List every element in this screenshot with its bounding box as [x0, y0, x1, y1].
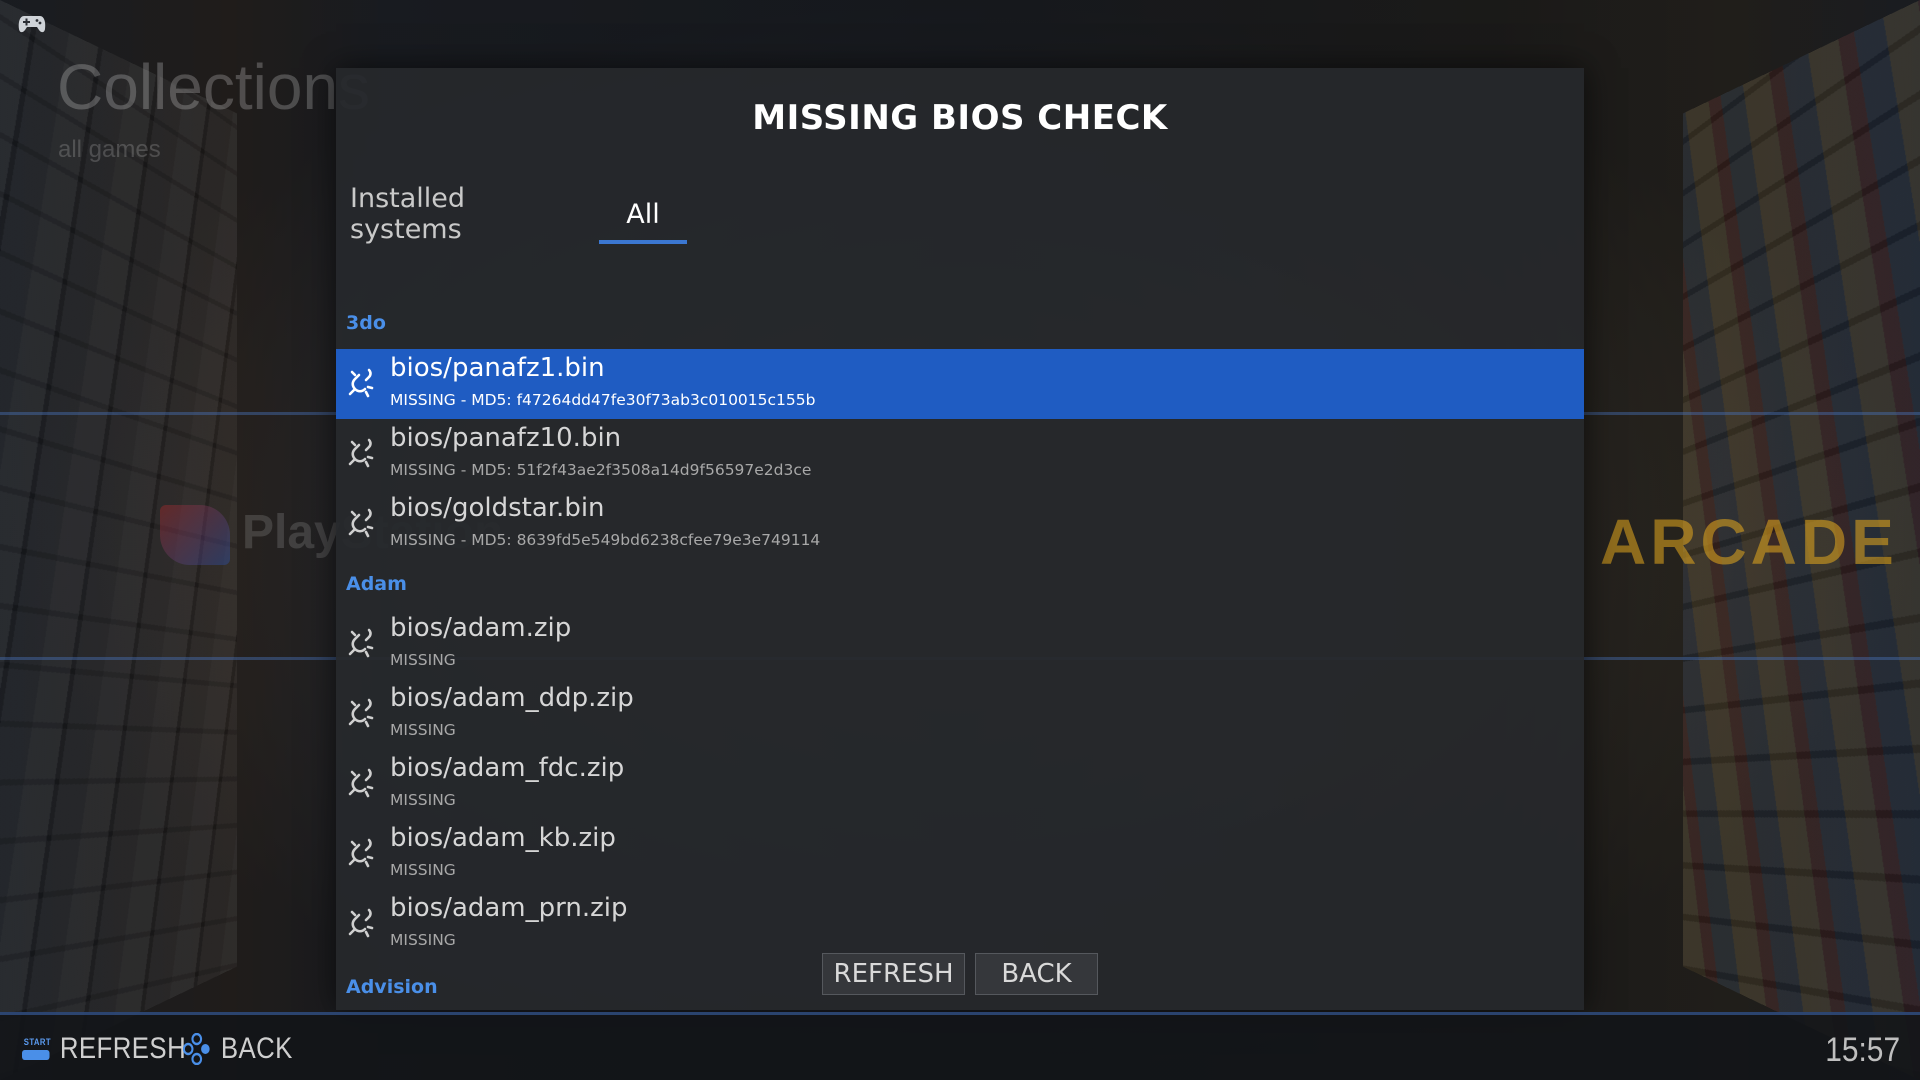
help-refresh: START REFRESH [22, 1031, 186, 1067]
back-button[interactable]: BACK [975, 953, 1098, 995]
list-item[interactable]: bios/panafz1.bin MISSING - MD5: f47264dd… [336, 349, 1584, 419]
broken-link-icon [346, 836, 376, 870]
list-item[interactable]: bios/adam_prn.zip MISSING [336, 889, 1584, 959]
bios-file-name: bios/panafz10.bin [390, 423, 621, 453]
help-bar: START REFRESH BACK 15:57 [0, 1012, 1920, 1080]
background-subtitle: all games [58, 136, 161, 164]
tab-installed-systems[interactable]: Installed systems [350, 184, 562, 244]
clock: 15:57 [1825, 1031, 1900, 1070]
broken-link-icon [346, 766, 376, 800]
bios-file-name: bios/adam_fdc.zip [390, 753, 624, 783]
start-button-icon: START [22, 1038, 50, 1060]
bios-file-name: bios/adam_kb.zip [390, 823, 616, 853]
help-refresh-label: REFRESH [60, 1032, 186, 1066]
dialog-title: MISSING BIOS CHECK [336, 98, 1584, 138]
playstation-logo-icon [160, 505, 230, 565]
background-title: Collections [57, 50, 370, 124]
broken-link-icon [346, 626, 376, 660]
list-item[interactable]: bios/goldstar.bin MISSING - MD5: 8639fd5… [336, 489, 1584, 559]
bios-file-status: MISSING [390, 861, 456, 879]
bios-file-status: MISSING - MD5: 51f2f43ae2f3508a14d9f5659… [390, 461, 811, 479]
list-item[interactable]: bios/adam_ddp.zip MISSING [336, 679, 1584, 749]
help-back-label: BACK [221, 1032, 293, 1066]
group-header-3do: 3do [346, 312, 386, 334]
group-header-adam: Adam [346, 573, 407, 595]
help-back: BACK [183, 1031, 293, 1067]
bios-file-name: bios/adam_ddp.zip [390, 683, 634, 713]
dpad-buttons-icon [183, 1033, 211, 1065]
list-item[interactable]: bios/adam_kb.zip MISSING [336, 819, 1584, 889]
bios-file-status: MISSING - MD5: f47264dd47fe30f73ab3c0100… [390, 391, 815, 409]
broken-link-icon [346, 696, 376, 730]
bios-file-name: bios/panafz1.bin [390, 353, 605, 383]
broken-link-icon [346, 506, 376, 540]
bios-file-name: bios/goldstar.bin [390, 493, 605, 523]
bios-file-name: bios/adam.zip [390, 613, 571, 643]
bios-file-status: MISSING [390, 721, 456, 739]
gamepad-icon [18, 14, 46, 34]
bios-file-name: bios/adam_prn.zip [390, 893, 628, 923]
broken-link-icon [346, 436, 376, 470]
bios-file-status: MISSING [390, 651, 456, 669]
broken-link-icon [346, 366, 376, 400]
bios-file-status: MISSING - MD5: 8639fd5e549bd6238cfee79e3… [390, 531, 820, 549]
list-item[interactable]: bios/panafz10.bin MISSING - MD5: 51f2f43… [336, 419, 1584, 489]
missing-bios-dialog: MISSING BIOS CHECK Installed systems All… [336, 68, 1584, 1010]
bios-file-status: MISSING [390, 791, 456, 809]
list-item[interactable]: bios/adam_fdc.zip MISSING [336, 749, 1584, 819]
list-item[interactable]: bios/adam.zip MISSING [336, 609, 1584, 679]
bios-file-status: MISSING [390, 931, 456, 949]
broken-link-icon [346, 906, 376, 940]
tab-all[interactable]: All [599, 184, 687, 244]
group-header-advision: Advision [346, 976, 438, 998]
background-system-logo-right: ARCADE [1600, 505, 1898, 579]
refresh-button[interactable]: REFRESH [822, 953, 965, 995]
